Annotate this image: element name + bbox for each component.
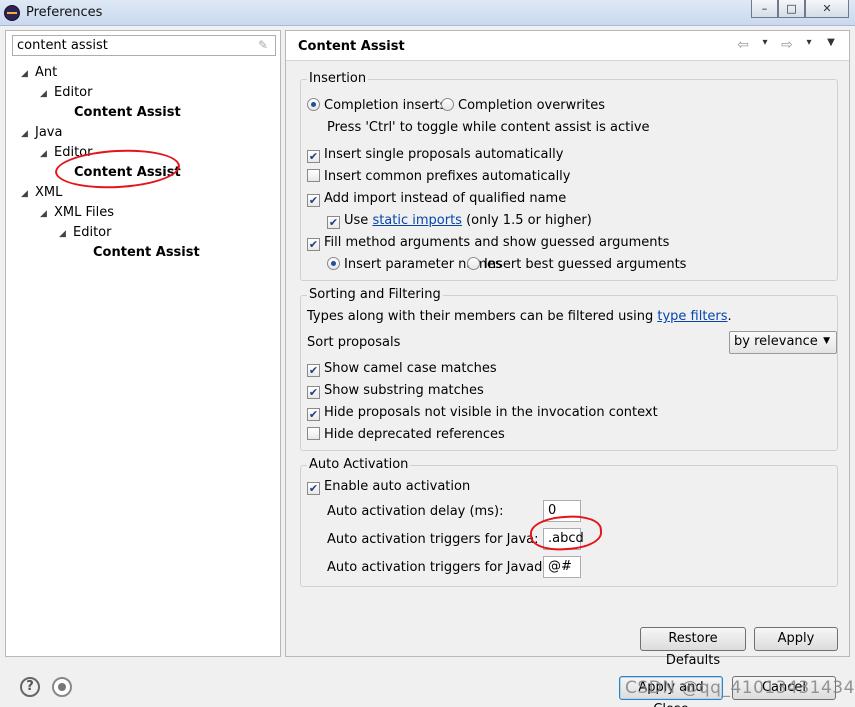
insert-best-guessed-radio[interactable]: Insert best guessed arguments <box>467 256 686 274</box>
minimize-button[interactable]: – <box>751 0 778 18</box>
hide-not-visible-checkbox[interactable]: ✔ Hide proposals not visible in the invoc… <box>307 404 658 422</box>
sort-proposals-select[interactable]: by relevance ▼ <box>729 331 837 354</box>
expanded-arrow-icon[interactable]: ◢ <box>40 84 54 104</box>
record-macro-icon[interactable] <box>52 677 72 697</box>
preference-page: Content Assist ⇦ ▾ ⇨ ▾ ▼ Insertion Compl… <box>285 30 850 668</box>
page-header: Content Assist ⇦ ▾ ⇨ ▾ ▼ <box>286 31 849 61</box>
tree-item-xml-content-assist[interactable]: Content Assist <box>93 243 200 263</box>
checkbox-unchecked[interactable] <box>307 427 320 440</box>
apply-button[interactable]: Apply <box>754 627 838 651</box>
sorting-group-title: Sorting and Filtering <box>307 287 443 302</box>
window-title: Preferences <box>26 5 103 20</box>
expanded-arrow-icon[interactable]: ◢ <box>21 184 35 204</box>
insertion-group-title: Insertion <box>307 71 369 86</box>
completion-inserts-radio[interactable]: Completion inserts <box>307 97 446 115</box>
tree-item-xml-files[interactable]: ◢ XML Files <box>40 203 114 223</box>
auto-activation-group-title: Auto Activation <box>307 457 411 472</box>
insert-common-checkbox[interactable]: Insert common prefixes automatically <box>307 168 571 186</box>
checkbox-checked[interactable]: ✔ <box>307 364 320 377</box>
checkbox-checked[interactable]: ✔ <box>307 194 320 207</box>
tree-item-xml-editor[interactable]: ◢ Editor <box>59 223 111 243</box>
close-button[interactable]: ✕ <box>805 0 849 18</box>
page-nav: ⇦ ▾ ⇨ ▾ ▼ <box>735 37 839 53</box>
dropdown-arrow-icon[interactable]: ▼ <box>823 336 830 346</box>
forward-arrow-icon[interactable]: ⇨ <box>779 37 795 53</box>
filter-input[interactable]: content assist ✎ <box>12 35 276 56</box>
filter-text: content assist <box>17 38 108 53</box>
javadoc-triggers-input[interactable]: @# <box>543 556 581 578</box>
expanded-arrow-icon[interactable]: ◢ <box>59 224 73 244</box>
page-title: Content Assist <box>298 39 405 54</box>
checkbox-unchecked[interactable] <box>307 169 320 182</box>
completion-overwrites-radio[interactable]: Completion overwrites <box>441 97 605 115</box>
fill-method-checkbox[interactable]: ✔ Fill method arguments and show guessed … <box>307 234 669 252</box>
help-icon[interactable]: ? <box>20 677 40 697</box>
tree-item-ant-editor[interactable]: ◢ Editor <box>40 83 92 103</box>
maximize-button[interactable]: □ <box>778 0 805 18</box>
checkbox-checked[interactable]: ✔ <box>327 216 340 229</box>
tree-item-java[interactable]: ◢ Java <box>21 123 62 143</box>
title-bar: Preferences – □ ✕ <box>0 0 855 26</box>
checkbox-checked[interactable]: ✔ <box>307 238 320 251</box>
sort-proposals-label: Sort proposals <box>307 335 401 350</box>
tree-item-ant[interactable]: ◢ Ant <box>21 63 57 83</box>
javadoc-triggers-label: Auto activation triggers for Javadoc: <box>327 560 562 575</box>
expanded-arrow-icon[interactable]: ◢ <box>21 64 35 84</box>
type-filters-link[interactable]: type filters <box>657 309 727 324</box>
radio-selected[interactable] <box>307 98 320 111</box>
expanded-arrow-icon[interactable]: ◢ <box>40 144 54 164</box>
restore-defaults-button[interactable]: Restore Defaults <box>640 627 746 668</box>
tree-item-ant-content-assist[interactable]: Content Assist <box>74 103 181 123</box>
clear-filter-icon[interactable]: ✎ <box>258 38 272 52</box>
insertion-group: Insertion Completion inserts Completion … <box>300 71 838 281</box>
expanded-arrow-icon[interactable]: ◢ <box>21 124 35 144</box>
watermark-text: CSDN @qq_41013431434 <box>625 678 855 698</box>
forward-menu-icon[interactable]: ▾ <box>801 37 817 53</box>
toggle-hint: Press 'Ctrl' to toggle while content ass… <box>327 120 650 135</box>
substring-checkbox[interactable]: ✔ Show substring matches <box>307 382 484 400</box>
window-controls: – □ ✕ <box>751 0 849 18</box>
checkbox-checked[interactable]: ✔ <box>307 408 320 421</box>
radio-selected[interactable] <box>327 257 340 270</box>
expanded-arrow-icon[interactable]: ◢ <box>40 204 54 224</box>
view-menu-icon[interactable]: ▼ <box>823 37 839 53</box>
type-filters-text: Types along with their members can be fi… <box>307 309 732 324</box>
radio-unselected[interactable] <box>467 257 480 270</box>
checkbox-checked[interactable]: ✔ <box>307 386 320 399</box>
delay-label: Auto activation delay (ms): <box>327 504 504 519</box>
camel-case-checkbox[interactable]: ✔ Show camel case matches <box>307 360 497 378</box>
static-imports-link[interactable]: static imports <box>372 213 462 228</box>
checkbox-checked[interactable]: ✔ <box>307 482 320 495</box>
use-static-imports-checkbox[interactable]: ✔ Use static imports (only 1.5 or higher) <box>327 212 592 230</box>
enable-auto-activation-checkbox[interactable]: ✔ Enable auto activation <box>307 478 470 496</box>
add-import-checkbox[interactable]: ✔ Add import instead of qualified name <box>307 190 566 208</box>
tree-item-xml[interactable]: ◢ XML <box>21 183 62 203</box>
sorting-group: Sorting and Filtering Types along with t… <box>300 287 838 451</box>
preference-tree-pane: content assist ✎ ◢ Ant ◢ Editor Content As… <box>5 30 281 657</box>
back-menu-icon[interactable]: ▾ <box>757 37 773 53</box>
checkbox-checked[interactable]: ✔ <box>307 150 320 163</box>
eclipse-icon <box>4 5 20 21</box>
hide-deprecated-checkbox[interactable]: Hide deprecated references <box>307 426 505 444</box>
radio-unselected[interactable] <box>441 98 454 111</box>
back-arrow-icon[interactable]: ⇦ <box>735 37 751 53</box>
java-triggers-label: Auto activation triggers for Java: <box>327 532 539 547</box>
insert-single-checkbox[interactable]: ✔ Insert single proposals automatically <box>307 146 563 164</box>
